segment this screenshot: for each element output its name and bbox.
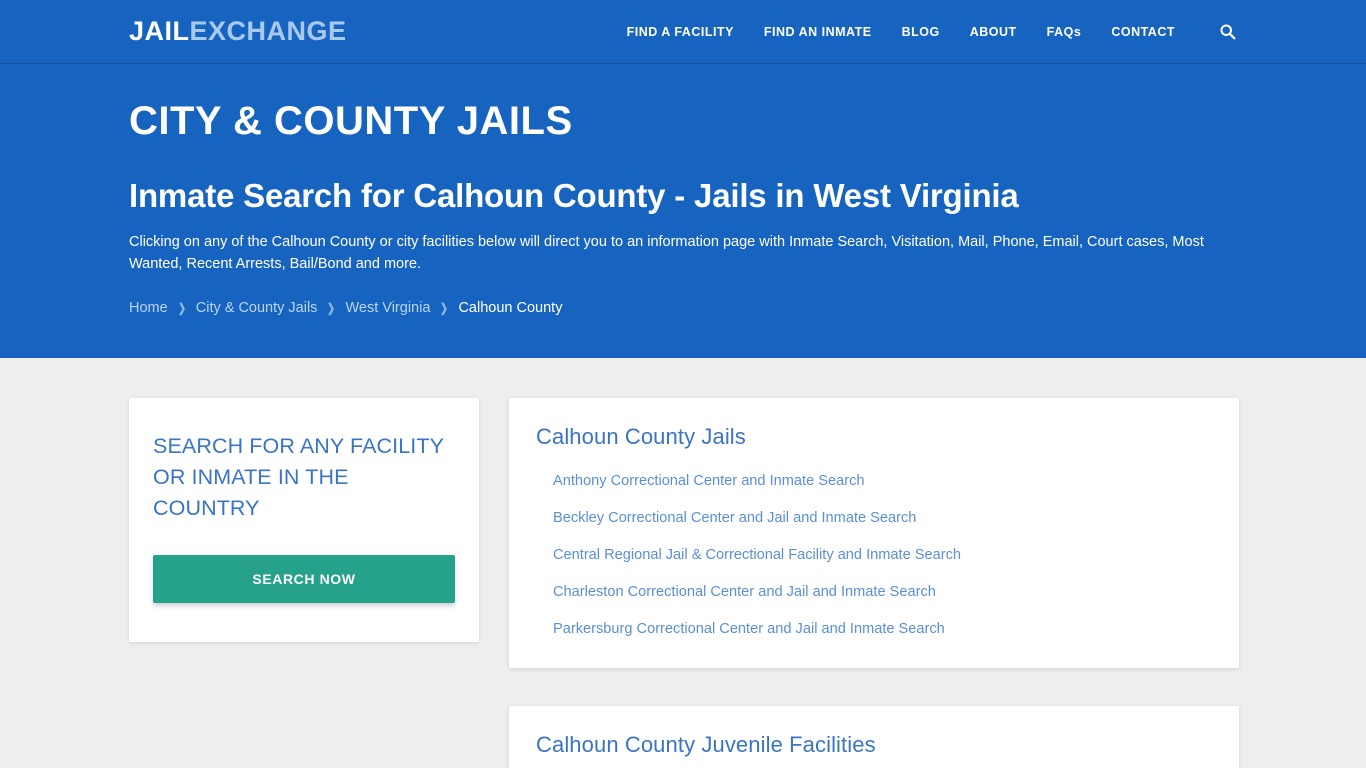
- nav-item-find-an-inmate[interactable]: FIND AN INMATE: [764, 25, 872, 39]
- hero-banner: CITY & COUNTY JAILS Inmate Search for Ca…: [0, 64, 1366, 358]
- breadcrumb-item-city-county-jails[interactable]: City & County Jails: [196, 300, 318, 316]
- jails-link-list: Anthony Correctional Center and Inmate S…: [536, 472, 1212, 638]
- nav-item-contact[interactable]: CONTACT: [1111, 25, 1175, 39]
- search-promo-heading: SEARCH FOR ANY FACILITY OR INMATE IN THE…: [153, 434, 444, 521]
- jails-panel-title: Calhoun County Jails: [536, 424, 746, 449]
- nav-item-about[interactable]: ABOUT: [970, 25, 1017, 39]
- search-promo-card: SEARCH FOR ANY FACILITY OR INMATE IN THE…: [129, 398, 479, 642]
- nav-item-faqs[interactable]: FAQs: [1047, 25, 1082, 39]
- page-kicker: CITY & COUNTY JAILS: [129, 99, 573, 143]
- logo-text-primary: JAIL: [129, 16, 190, 46]
- primary-nav: FIND A FACILITY FIND AN INMATE BLOG ABOU…: [627, 22, 1237, 42]
- chevron-right-icon: ❯: [177, 300, 186, 315]
- facility-link-central-regional[interactable]: Central Regional Jail & Correctional Fac…: [536, 547, 961, 563]
- logo-text-secondary: EXCHANGE: [189, 16, 347, 46]
- juvenile-panel-title: Calhoun County Juvenile Facilities: [536, 732, 876, 757]
- facility-link-charleston[interactable]: Charleston Correctional Center and Jail …: [536, 584, 936, 600]
- nav-item-blog[interactable]: BLOG: [902, 25, 940, 39]
- breadcrumb: Home ❯ City & County Jails ❯ West Virgin…: [129, 300, 1237, 316]
- list-item: Central Regional Jail & Correctional Fac…: [536, 546, 1212, 564]
- navbar-inner: JAILEXCHANGE FIND A FACILITY FIND AN INM…: [129, 18, 1237, 45]
- breadcrumb-item-home[interactable]: Home: [129, 300, 168, 316]
- site-logo[interactable]: JAILEXCHANGE: [129, 18, 347, 45]
- breadcrumb-item-west-virginia[interactable]: West Virginia: [346, 300, 431, 316]
- facility-link-parkersburg[interactable]: Parkersburg Correctional Center and Jail…: [536, 621, 945, 637]
- jails-panel: Calhoun County Jails Anthony Correctiona…: [509, 398, 1239, 668]
- facility-link-beckley[interactable]: Beckley Correctional Center and Jail and…: [536, 510, 916, 526]
- juvenile-facilities-panel: Calhoun County Juvenile Facilities Donal…: [509, 706, 1239, 768]
- nav-item-find-a-facility[interactable]: FIND A FACILITY: [627, 25, 734, 39]
- search-now-button[interactable]: SEARCH NOW: [153, 554, 455, 603]
- sidebar: SEARCH FOR ANY FACILITY OR INMATE IN THE…: [129, 398, 479, 642]
- breadcrumb-item-current: Calhoun County: [458, 299, 563, 316]
- top-navbar: JAILEXCHANGE FIND A FACILITY FIND AN INM…: [0, 0, 1366, 64]
- list-item: Anthony Correctional Center and Inmate S…: [536, 472, 1212, 490]
- facility-link-anthony[interactable]: Anthony Correctional Center and Inmate S…: [536, 473, 865, 489]
- chevron-right-icon: ❯: [327, 300, 336, 315]
- hero-inner: CITY & COUNTY JAILS Inmate Search for Ca…: [129, 64, 1237, 316]
- page-description: Clicking on any of the Calhoun County or…: [129, 233, 1204, 273]
- list-item: Beckley Correctional Center and Jail and…: [536, 509, 1212, 527]
- search-icon[interactable]: [1217, 22, 1237, 42]
- page-title: Inmate Search for Calhoun County - Jails…: [129, 177, 1019, 214]
- list-item: Parkersburg Correctional Center and Jail…: [536, 620, 1212, 638]
- chevron-right-icon: ❯: [440, 300, 449, 315]
- main-column: Calhoun County Jails Anthony Correctiona…: [509, 398, 1239, 768]
- page-content: SEARCH FOR ANY FACILITY OR INMATE IN THE…: [129, 358, 1239, 768]
- list-item: Charleston Correctional Center and Jail …: [536, 583, 1212, 601]
